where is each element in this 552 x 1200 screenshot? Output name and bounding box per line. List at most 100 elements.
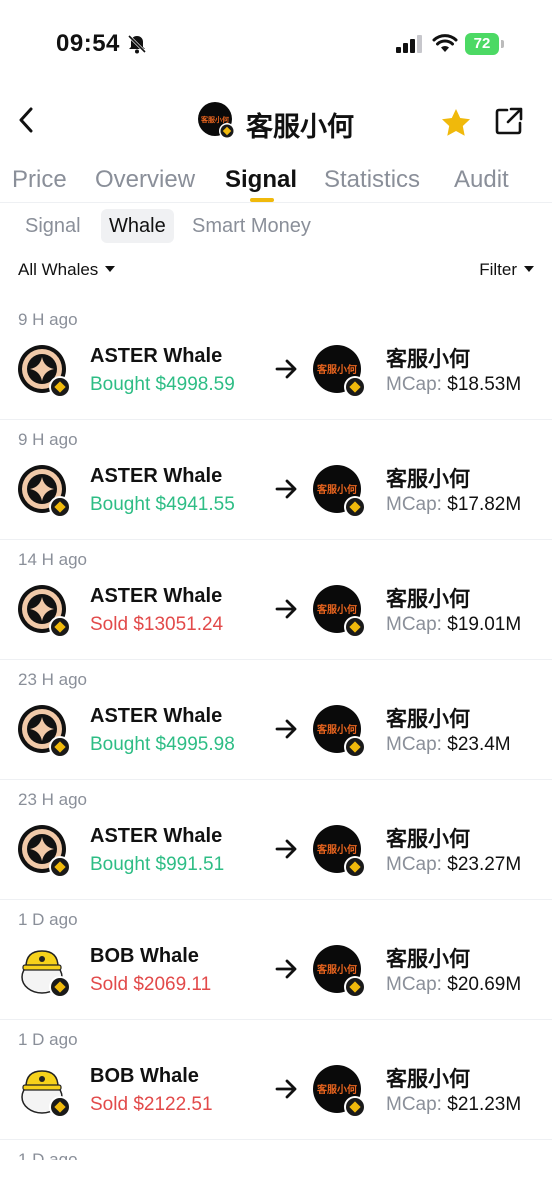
whale-name: ASTER Whale xyxy=(90,825,223,847)
token-logo-icon: 客服小何 xyxy=(313,825,366,878)
trade-action: Sold $2069.11 xyxy=(90,974,212,995)
token-name: 客服小何 xyxy=(386,468,470,491)
subtab-signal[interactable]: Signal xyxy=(17,209,89,243)
market-cap: MCap: $18.53M xyxy=(386,374,522,395)
whale-avatar-icon xyxy=(18,705,71,758)
battery-level: 72 xyxy=(465,33,499,55)
token-logo-icon: 客服小何 xyxy=(313,585,366,638)
entry-time: 9 H ago xyxy=(18,430,78,449)
token-logo-icon: 客服小何 xyxy=(313,465,366,518)
svg-text:客服小何: 客服小何 xyxy=(316,723,357,736)
token-logo-icon: 客服小何 xyxy=(313,705,366,758)
whale-activity-list: 9 H ago ASTER Whale Bought $4998.59 客服小何… xyxy=(0,300,552,1160)
chevron-down-icon xyxy=(105,265,116,272)
list-item[interactable]: 9 H ago ASTER Whale Bought $4941.55 客服小何… xyxy=(0,420,552,540)
entry-time: 9 H ago xyxy=(18,310,78,329)
list-item[interactable]: 9 H ago ASTER Whale Bought $4998.59 客服小何… xyxy=(0,300,552,420)
entry-time: 1 D ago xyxy=(18,1150,78,1160)
tab-price[interactable]: Price xyxy=(12,166,67,194)
divider xyxy=(0,202,552,203)
whale-name: ASTER Whale xyxy=(90,705,223,727)
list-item[interactable]: 1 D ago BOB Whale Sold $2122.51 客服小何 客服小… xyxy=(0,1020,552,1140)
list-item[interactable]: 23 H ago ASTER Whale Bought $4995.98 客服小… xyxy=(0,660,552,780)
entry-time: 23 H ago xyxy=(18,790,87,809)
list-item[interactable]: 14 H ago ASTER Whale Sold $13051.24 客服小何… xyxy=(0,540,552,660)
token-name: 客服小何 xyxy=(386,348,470,371)
tab-signal[interactable]: Signal xyxy=(225,166,297,194)
entry-time: 14 H ago xyxy=(18,550,87,569)
market-cap: MCap: $21.23M xyxy=(386,1094,522,1115)
back-arrow-icon[interactable] xyxy=(14,105,38,135)
market-cap: MCap: $17.82M xyxy=(386,494,522,515)
svg-text:客服小何: 客服小何 xyxy=(316,1083,357,1096)
market-cap: MCap: $23.4M xyxy=(386,734,511,755)
whales-dropdown[interactable]: All Whales xyxy=(18,260,116,280)
sub-tabs: Signal Whale Smart Money xyxy=(0,207,552,249)
whale-avatar-icon xyxy=(18,345,71,398)
entry-time: 23 H ago xyxy=(18,670,87,689)
arrow-right-icon xyxy=(275,359,297,379)
whale-avatar-icon xyxy=(18,825,71,878)
trade-action: Sold $2122.51 xyxy=(90,1094,213,1115)
wifi-icon xyxy=(432,34,458,52)
filter-bar: All Whales Filter xyxy=(0,258,552,284)
market-cap: MCap: $20.69M xyxy=(386,974,522,995)
whale-avatar-icon xyxy=(18,585,71,638)
whale-avatar-icon xyxy=(21,1070,71,1118)
svg-text:客服小何: 客服小何 xyxy=(316,483,357,496)
svg-text:客服小何: 客服小何 xyxy=(316,363,357,376)
whale-name: ASTER Whale xyxy=(90,465,223,487)
whale-name: ASTER Whale xyxy=(90,585,223,607)
favorite-star-icon[interactable] xyxy=(440,107,472,139)
trade-action: Sold $13051.24 xyxy=(90,614,224,635)
trade-action: Bought $4998.59 xyxy=(90,374,235,395)
battery-icon: 72 xyxy=(465,33,505,55)
token-name: 客服小何 xyxy=(386,948,470,971)
share-external-icon[interactable] xyxy=(495,107,523,135)
tab-audit[interactable]: Audit xyxy=(454,166,509,194)
token-name: 客服小何 xyxy=(386,828,470,851)
whale-name: ASTER Whale xyxy=(90,345,223,367)
arrow-right-icon xyxy=(275,719,297,739)
whale-name: BOB Whale xyxy=(90,1065,199,1087)
cellular-signal-icon xyxy=(396,35,422,53)
main-tabs: Price Overview Signal Statistics Audit xyxy=(0,160,552,204)
svg-text:客服小何: 客服小何 xyxy=(316,603,357,616)
page-title: 客服小何 xyxy=(246,112,354,142)
arrow-right-icon xyxy=(275,1079,297,1099)
svg-text:客服小何: 客服小何 xyxy=(200,115,229,124)
entry-time: 1 D ago xyxy=(18,1030,78,1049)
arrow-right-icon xyxy=(275,959,297,979)
token-logo-icon: 客服小何 xyxy=(198,102,235,139)
arrow-right-icon xyxy=(275,599,297,619)
trade-action: Bought $991.51 xyxy=(90,854,225,875)
tab-statistics[interactable]: Statistics xyxy=(324,166,420,194)
list-item[interactable]: 1 D ago xyxy=(0,1140,552,1160)
entry-time: 1 D ago xyxy=(18,910,78,929)
filter-dropdown[interactable]: Filter xyxy=(479,260,534,280)
chevron-down-icon xyxy=(524,265,534,272)
arrow-right-icon xyxy=(275,479,297,499)
market-cap: MCap: $23.27M xyxy=(386,854,522,875)
token-name: 客服小何 xyxy=(386,588,470,611)
page-header: 客服小何 客服小何 xyxy=(0,95,552,151)
token-name: 客服小何 xyxy=(386,708,470,731)
whale-avatar-icon xyxy=(21,950,71,998)
tab-overview[interactable]: Overview xyxy=(95,166,195,194)
bell-muted-icon xyxy=(127,34,147,54)
list-item[interactable]: 23 H ago ASTER Whale Bought $991.51 客服小何… xyxy=(0,780,552,900)
trade-action: Bought $4941.55 xyxy=(90,494,235,515)
status-time: 09:54 xyxy=(56,30,120,57)
whale-name: BOB Whale xyxy=(90,945,199,967)
whale-avatar-icon xyxy=(18,465,71,518)
market-cap: MCap: $19.01M xyxy=(386,614,522,635)
token-logo-icon: 客服小何 xyxy=(313,345,366,398)
list-item[interactable]: 1 D ago BOB Whale Sold $2069.11 客服小何 客服小… xyxy=(0,900,552,1020)
token-logo-icon: 客服小何 xyxy=(313,945,366,998)
whales-dropdown-label: All Whales xyxy=(18,260,99,279)
subtab-smart-money[interactable]: Smart Money xyxy=(184,209,319,243)
filter-dropdown-label: Filter xyxy=(479,260,517,279)
svg-text:客服小何: 客服小何 xyxy=(316,843,357,856)
subtab-whale[interactable]: Whale xyxy=(101,209,174,243)
svg-text:客服小何: 客服小何 xyxy=(316,963,357,976)
